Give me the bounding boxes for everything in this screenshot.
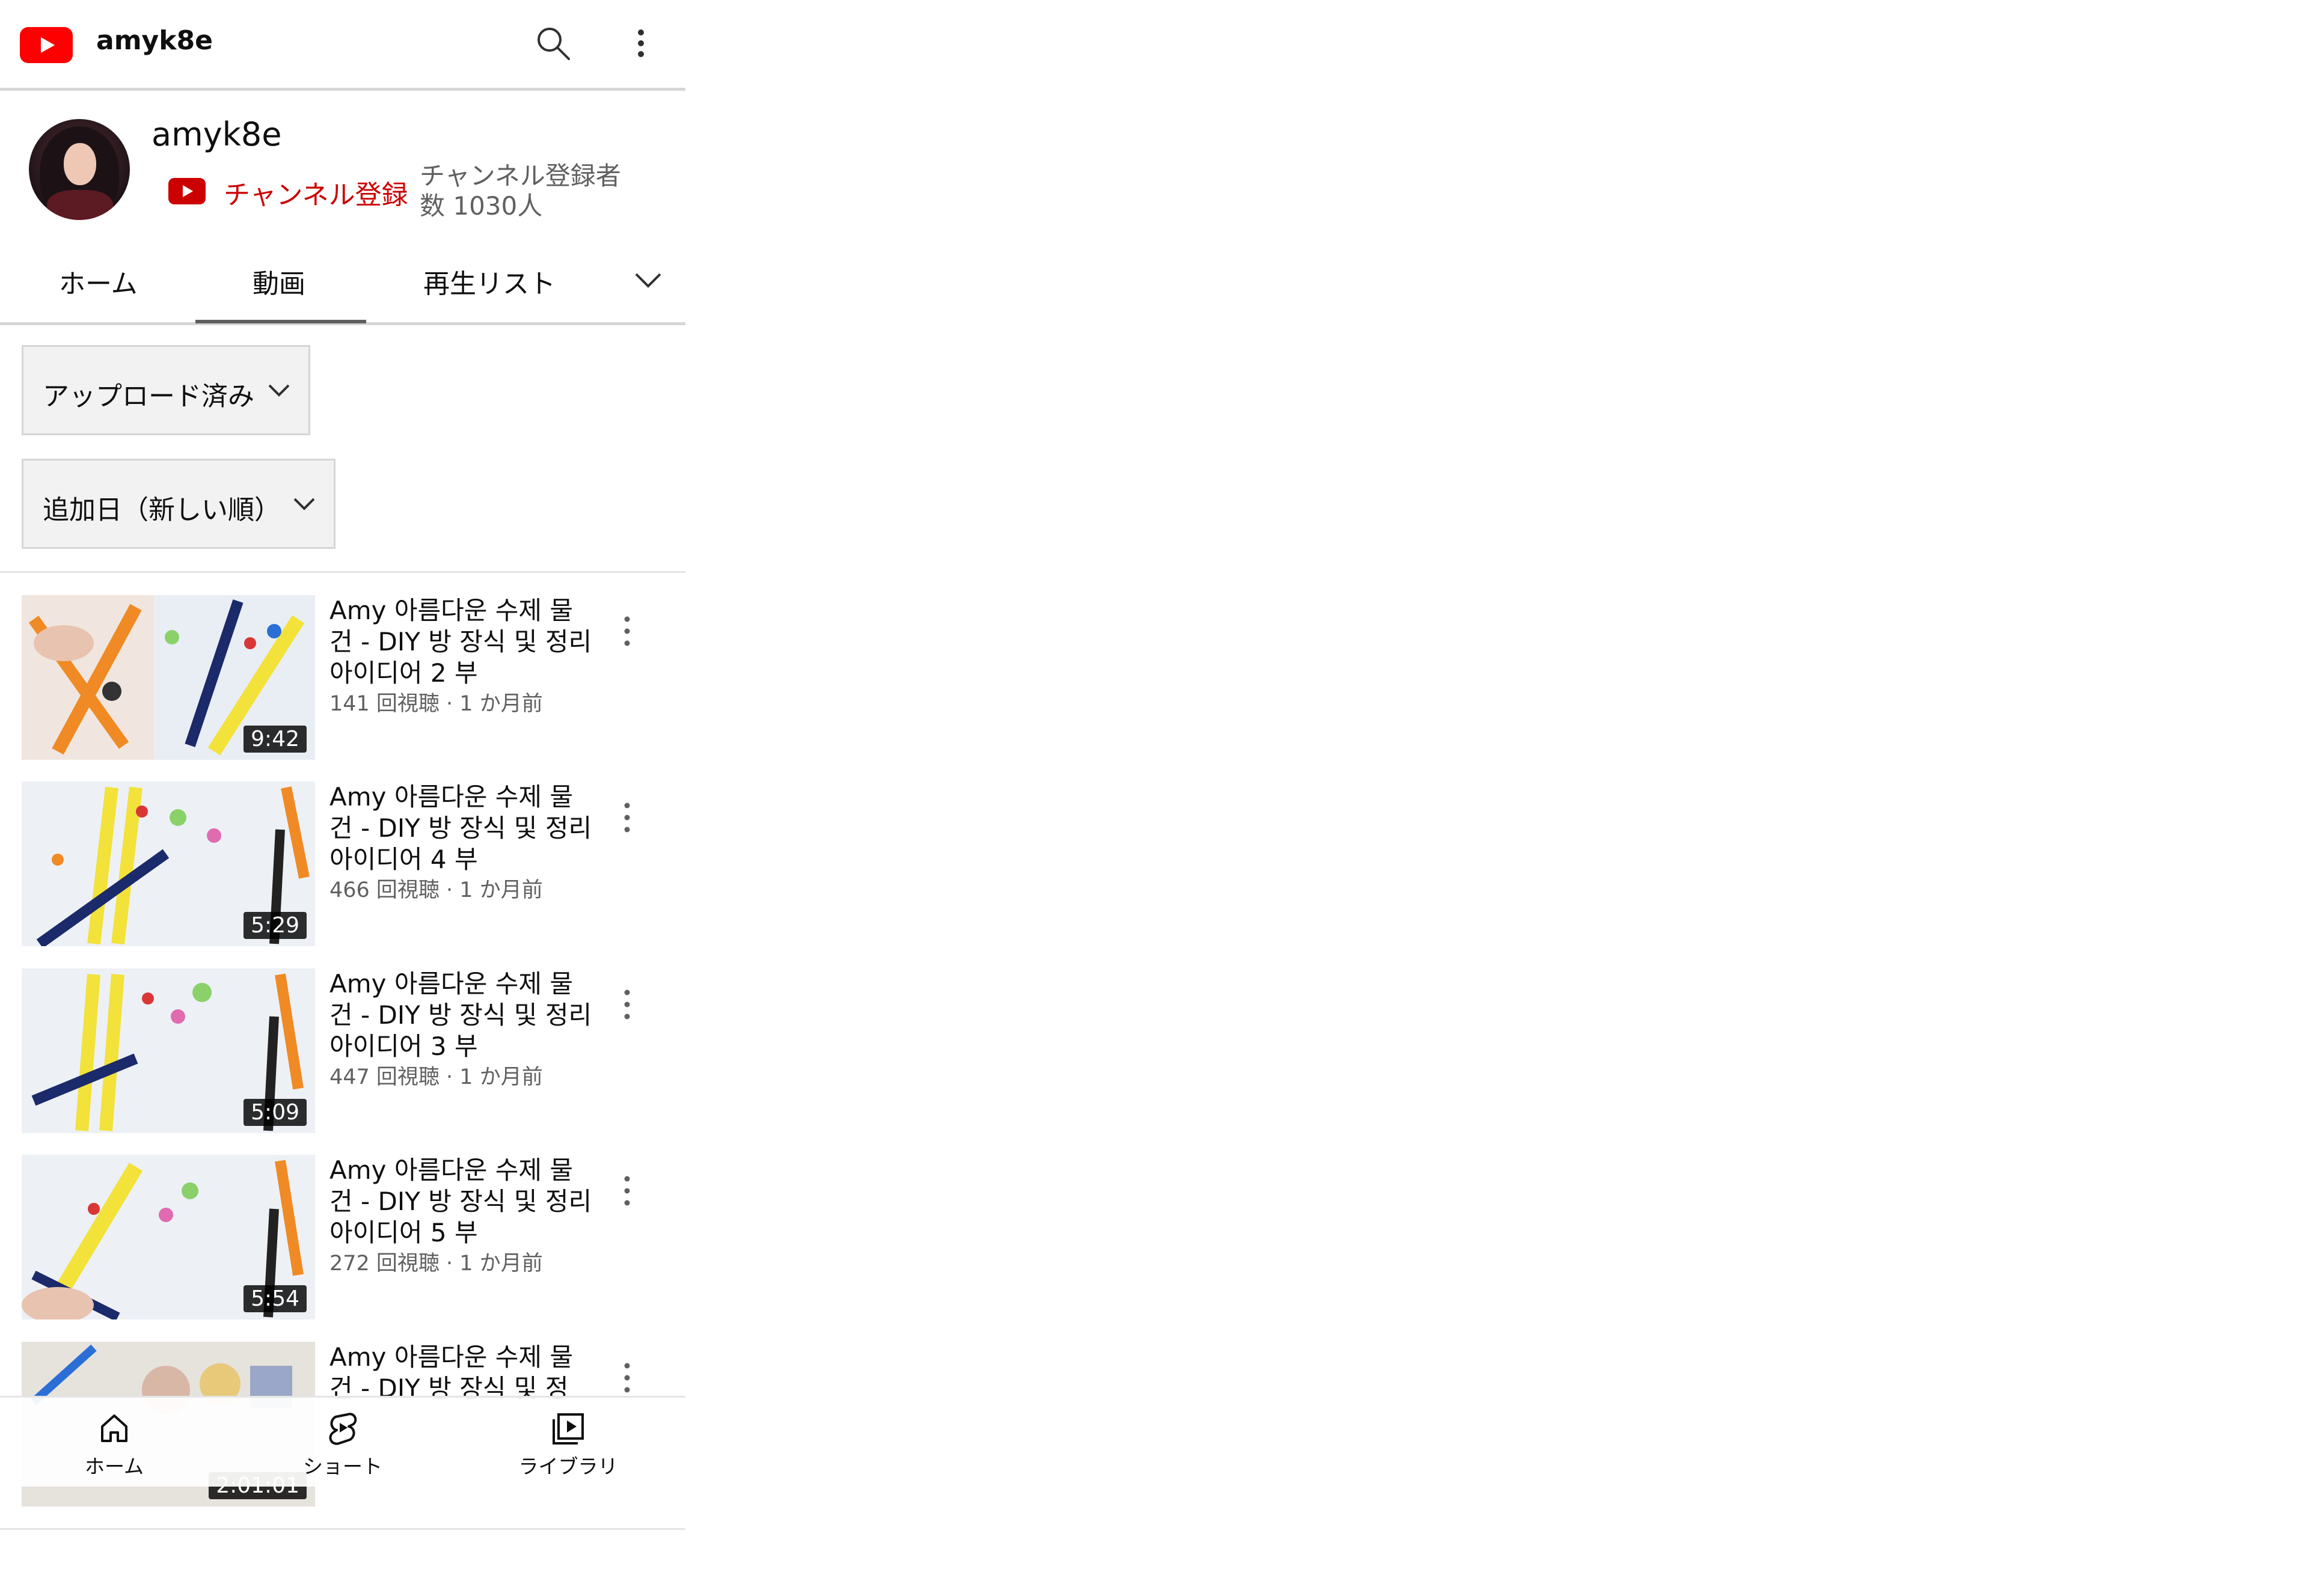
nav-shorts[interactable]: ショート bbox=[283, 1410, 403, 1479]
tab-playlists[interactable]: 再生リスト bbox=[423, 262, 556, 301]
more-vert-icon[interactable] bbox=[625, 24, 657, 63]
video-title[interactable]: Amy 아름다운 수제 물건 - DIY 방 장식 및 정리 아이디어 2 부 bbox=[329, 595, 594, 689]
upload-filter-label: アップロード済み bbox=[43, 381, 254, 412]
nav-home-label: ホーム bbox=[84, 1455, 144, 1478]
more-vert-icon[interactable] bbox=[618, 988, 636, 1021]
video-meta: 466 回視聴 · 1 か月前 bbox=[329, 878, 543, 902]
nav-library[interactable]: ライブラリ bbox=[508, 1410, 628, 1479]
nav-library-label: ライブラリ bbox=[518, 1455, 618, 1478]
video-item[interactable]: 5:09 Amy 아름다운 수제 물건 - DIY 방 장식 및 정리 아이디어… bbox=[0, 968, 685, 1134]
video-meta: 272 回視聴 · 1 か月前 bbox=[329, 1252, 543, 1276]
shorts-icon bbox=[329, 1413, 357, 1445]
youtube-subscribe-icon[interactable] bbox=[168, 178, 206, 204]
bottom-navigation: ホーム ショート ライブラリ bbox=[0, 1396, 685, 1487]
nav-home[interactable]: ホーム bbox=[54, 1410, 174, 1479]
video-item[interactable]: 9:42 Amy 아름다운 수제 물건 - DIY 방 장식 및 정리 아이디어… bbox=[0, 595, 685, 761]
nav-shorts-label: ショート bbox=[303, 1455, 382, 1478]
divider bbox=[0, 1528, 685, 1530]
library-icon bbox=[553, 1413, 584, 1445]
upload-filter-dropdown[interactable]: アップロード済み bbox=[22, 345, 310, 435]
chevron-down-icon bbox=[293, 498, 315, 510]
more-vert-icon[interactable] bbox=[618, 614, 636, 648]
video-thumbnail[interactable]: 5:29 bbox=[22, 781, 315, 946]
video-meta: 141 回視聴 · 1 か月前 bbox=[329, 692, 543, 716]
more-vert-icon[interactable] bbox=[618, 1174, 636, 1208]
video-title[interactable]: Amy 아름다운 수제 물건 - DIY 방 장식 및 정 bbox=[329, 1342, 594, 1404]
video-thumbnail[interactable]: 5:09 bbox=[22, 968, 315, 1133]
home-icon bbox=[101, 1414, 127, 1442]
sort-label: 追加日（新しい順） bbox=[43, 495, 281, 525]
divider bbox=[0, 571, 685, 573]
video-duration: 5:54 bbox=[244, 1285, 307, 1312]
subscriber-count: チャンネル登録者数 1030人 bbox=[420, 161, 621, 221]
selected-tab-indicator bbox=[195, 320, 366, 323]
channel-tabs: ホーム 動画 再生リスト bbox=[0, 245, 685, 325]
channel-avatar[interactable] bbox=[29, 119, 130, 220]
video-duration: 5:29 bbox=[244, 912, 307, 939]
video-duration: 9:42 bbox=[244, 726, 307, 753]
video-thumbnail[interactable]: 5:54 bbox=[22, 1155, 315, 1319]
video-title[interactable]: Amy 아름다운 수제 물건 - DIY 방 장식 및 정리 아이디어 5 부 bbox=[329, 1155, 594, 1249]
tab-home[interactable]: ホーム bbox=[59, 262, 138, 301]
app-title: amyk8e bbox=[96, 25, 213, 56]
more-vert-icon[interactable] bbox=[618, 1361, 636, 1395]
youtube-logo-icon[interactable] bbox=[20, 27, 73, 63]
chevron-down-icon[interactable] bbox=[631, 269, 665, 291]
tab-videos[interactable]: 動画 bbox=[253, 262, 305, 301]
video-title[interactable]: Amy 아름다운 수제 물건 - DIY 방 장식 및 정리 아이디어 3 부 bbox=[329, 968, 594, 1062]
chevron-down-icon bbox=[268, 384, 290, 397]
channel-name: amyk8e bbox=[152, 115, 282, 153]
more-vert-icon[interactable] bbox=[618, 801, 636, 834]
video-thumbnail[interactable]: 9:42 bbox=[22, 595, 315, 760]
search-icon[interactable] bbox=[534, 24, 572, 63]
video-item[interactable]: 5:54 Amy 아름다운 수제 물건 - DIY 방 장식 및 정리 아이디어… bbox=[0, 1155, 685, 1321]
subscribe-button[interactable]: チャンネル登録 bbox=[224, 173, 408, 212]
video-meta: 447 回視聴 · 1 か月前 bbox=[329, 1065, 543, 1089]
video-duration: 5:09 bbox=[244, 1099, 307, 1126]
video-item[interactable]: 5:29 Amy 아름다운 수제 물건 - DIY 방 장식 및 정리 아이디어… bbox=[0, 781, 685, 947]
channel-page: amyk8e amyk8e チャンネル登録 チャンネル登録者数 1030人 ホー… bbox=[0, 0, 685, 1596]
video-title[interactable]: Amy 아름다운 수제 물건 - DIY 방 장식 및 정리 아이디어 4 부 bbox=[329, 781, 594, 875]
sort-dropdown[interactable]: 追加日（新しい順） bbox=[22, 459, 335, 549]
top-app-bar: amyk8e bbox=[0, 0, 685, 91]
